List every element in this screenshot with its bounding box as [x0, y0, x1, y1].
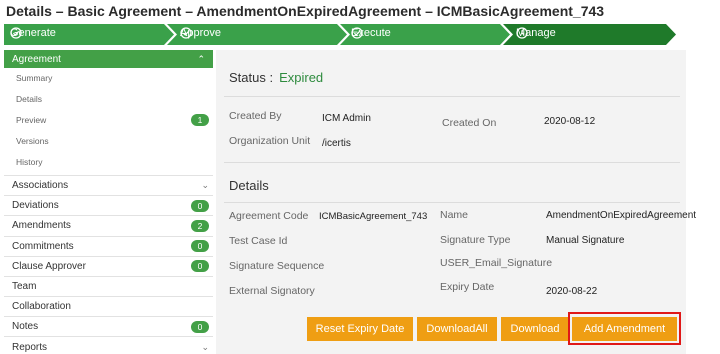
- count-badge: 1: [191, 113, 209, 126]
- sidebar-item-agreement[interactable]: Agreement ⌃: [4, 50, 213, 68]
- agreement-code-label: Agreement Code: [229, 210, 309, 222]
- sidebar-subitem-label: Details: [16, 94, 42, 105]
- sidebar-item-clause-approver[interactable]: Clause Approver 0: [4, 257, 213, 277]
- signature-sequence-label: Signature Sequence: [229, 260, 325, 272]
- sidebar-item-label: Reports: [12, 341, 48, 353]
- divider: [224, 202, 680, 203]
- check-circle-icon: [180, 27, 192, 39]
- sidebar-item-notes[interactable]: Notes 0: [4, 317, 213, 338]
- organization-unit-value: /icertis: [322, 138, 351, 149]
- download-all-button[interactable]: DownloadAll: [417, 317, 497, 341]
- divider: [224, 96, 680, 97]
- status-value: Expired: [279, 70, 324, 85]
- count-badge: 0: [191, 199, 209, 212]
- count-badge: 0: [191, 260, 209, 273]
- stepper-background: [4, 24, 676, 45]
- sidebar-subitem-label: Versions: [16, 135, 49, 146]
- sidebar-subitem-summary[interactable]: Summary: [4, 68, 213, 89]
- name-value: AmendmentOnExpiredAgreement: [546, 210, 697, 221]
- sidebar-subitem-details[interactable]: Details: [4, 89, 213, 110]
- sidebar-item-reports[interactable]: Reports ⌄: [4, 337, 213, 354]
- signature-type-value: Manual Signature: [546, 235, 625, 246]
- check-circle-icon: [10, 27, 22, 39]
- highlight-box: [568, 312, 681, 345]
- sidebar-subitem-versions[interactable]: Versions: [4, 130, 213, 151]
- step-execute[interactable]: Execute: [351, 27, 391, 39]
- sidebar-item-label: Deviations: [12, 200, 59, 212]
- expiry-date-label: Expiry Date: [440, 281, 495, 293]
- expiry-date-value: 2020-08-22: [546, 286, 598, 297]
- created-by-label: Created By: [229, 110, 282, 122]
- chevron-down-icon: ⌄: [201, 341, 209, 352]
- sidebar-item-amendments[interactable]: Amendments 2: [4, 216, 213, 237]
- user-email-signature-label: USER_Email_Signature: [440, 257, 553, 269]
- organization-unit-label: Organization Unit: [229, 135, 311, 147]
- created-on-label: Created On: [442, 117, 497, 129]
- count-badge: 2: [191, 219, 209, 232]
- count-badge: 0: [191, 320, 209, 333]
- divider: [224, 162, 680, 163]
- sidebar-subitem-preview[interactable]: Preview 1: [4, 110, 213, 131]
- created-on-value: 2020-08-12: [544, 116, 596, 127]
- sidebar-item-deviations[interactable]: Deviations 0: [4, 196, 213, 217]
- sidebar-item-label: Notes: [12, 321, 39, 333]
- external-signatory-label: External Signatory: [229, 285, 315, 297]
- agreement-code-value: ICMBasicAgreement_743: [319, 211, 428, 222]
- step-manage[interactable]: Manage: [516, 27, 556, 39]
- workflow-stepper: Generate Approve Execute Manage: [4, 24, 676, 45]
- sidebar-item-label: Agreement: [12, 53, 61, 65]
- created-by-value: ICM Admin: [322, 113, 371, 124]
- agreement-subnav: Summary Details Preview 1 Versions Histo…: [4, 68, 213, 176]
- sidebar-item-label: Commitments: [12, 240, 74, 252]
- clock-icon: [516, 27, 528, 39]
- page-title: Details – Basic Agreement – AmendmentOnE…: [6, 3, 605, 19]
- sidebar-subitem-history[interactable]: History: [4, 151, 213, 172]
- test-case-id-label: Test Case Id: [229, 235, 288, 247]
- count-badge: 0: [191, 240, 209, 253]
- sidebar-item-commitments[interactable]: Commitments 0: [4, 237, 213, 257]
- sidebar-item-team[interactable]: Team: [4, 277, 213, 298]
- sidebar-item-label: Amendments: [12, 220, 71, 232]
- section-title-details: Details: [229, 178, 269, 193]
- sidebar-subitem-label: Summary: [16, 73, 53, 84]
- download-button[interactable]: Download: [501, 317, 569, 341]
- sidebar-subitem-label: History: [16, 156, 43, 167]
- status-label: Status :: [229, 70, 274, 85]
- sidebar-subitem-label: Preview: [16, 114, 47, 125]
- sidebar-item-label: Collaboration: [12, 301, 71, 313]
- sidebar-item-collaboration[interactable]: Collaboration: [4, 297, 213, 318]
- check-circle-icon: [351, 27, 363, 39]
- sidebar-item-associations[interactable]: Associations ⌄: [4, 176, 213, 197]
- sidebar-item-label: Clause Approver: [12, 260, 86, 272]
- signature-type-label: Signature Type: [440, 234, 511, 246]
- chevron-down-icon: ⌄: [201, 180, 209, 191]
- reset-expiry-date-button[interactable]: Reset Expiry Date: [307, 317, 413, 341]
- name-label: Name: [440, 209, 469, 221]
- step-approve[interactable]: Approve: [180, 27, 221, 39]
- details-panel: Status : Expired Created By ICM Admin Cre…: [216, 50, 696, 354]
- sidebar-nav: Agreement ⌃ Summary Details Preview 1 Ve…: [4, 50, 213, 354]
- sidebar-item-label: Team: [12, 281, 37, 293]
- status-line: Status : Expired: [229, 70, 323, 85]
- sidebar-item-label: Associations: [12, 180, 69, 192]
- step-generate[interactable]: Generate: [10, 27, 56, 39]
- chevron-up-icon: ⌃: [197, 53, 205, 64]
